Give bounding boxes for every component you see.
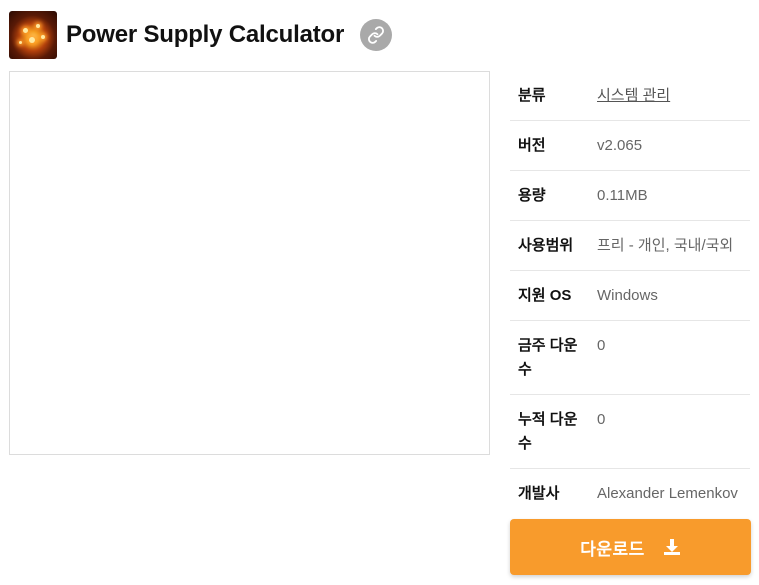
info-value: 0.11MB bbox=[597, 187, 648, 204]
info-label: 누적 다운수 bbox=[518, 411, 578, 452]
info-label: 지원 OS bbox=[518, 287, 572, 304]
copy-link-button[interactable] bbox=[360, 19, 393, 51]
info-label: 사용범위 bbox=[518, 237, 574, 254]
screenshot-preview bbox=[9, 71, 490, 455]
info-label: 분류 bbox=[518, 87, 546, 104]
info-row-category: 분류 시스템 관리 bbox=[510, 71, 750, 121]
info-value: Alexander Lemenkov bbox=[597, 485, 738, 502]
info-value: 프리 - 개인, 국내/국외 bbox=[597, 237, 734, 254]
app-logo-icon bbox=[9, 11, 57, 59]
info-row-version: 버전 v2.065 bbox=[510, 121, 750, 171]
info-label: 용량 bbox=[518, 187, 546, 204]
info-label: 금주 다운수 bbox=[518, 337, 578, 378]
info-row-weekly-downloads: 금주 다운수 0 bbox=[510, 321, 750, 395]
info-label: 개발사 bbox=[518, 485, 560, 502]
info-value: Windows bbox=[597, 287, 658, 304]
info-row-size: 용량 0.11MB bbox=[510, 171, 750, 221]
download-button[interactable]: 다운로드 bbox=[510, 519, 751, 575]
download-icon bbox=[663, 538, 681, 556]
info-value: 0 bbox=[597, 337, 606, 354]
info-value: 0 bbox=[597, 411, 606, 428]
info-row-developer: 개발사 Alexander Lemenkov bbox=[510, 469, 750, 518]
page-title: Power Supply Calculator bbox=[66, 21, 345, 48]
info-value: v2.065 bbox=[597, 137, 643, 154]
download-label: 다운로드 bbox=[580, 539, 645, 559]
info-label: 버전 bbox=[518, 137, 546, 154]
program-info-table: 분류 시스템 관리 버전 v2.065 용량 0.11MB 사용범위 프리 - … bbox=[510, 71, 750, 518]
page-header: Power Supply Calculator bbox=[9, 11, 393, 59]
info-row-license: 사용범위 프리 - 개인, 국내/국외 bbox=[510, 221, 750, 271]
category-link[interactable]: 시스템 관리 bbox=[597, 84, 750, 108]
link-icon bbox=[368, 26, 385, 44]
info-row-total-downloads: 누적 다운수 0 bbox=[510, 395, 750, 469]
info-row-os: 지원 OS Windows bbox=[510, 271, 750, 321]
